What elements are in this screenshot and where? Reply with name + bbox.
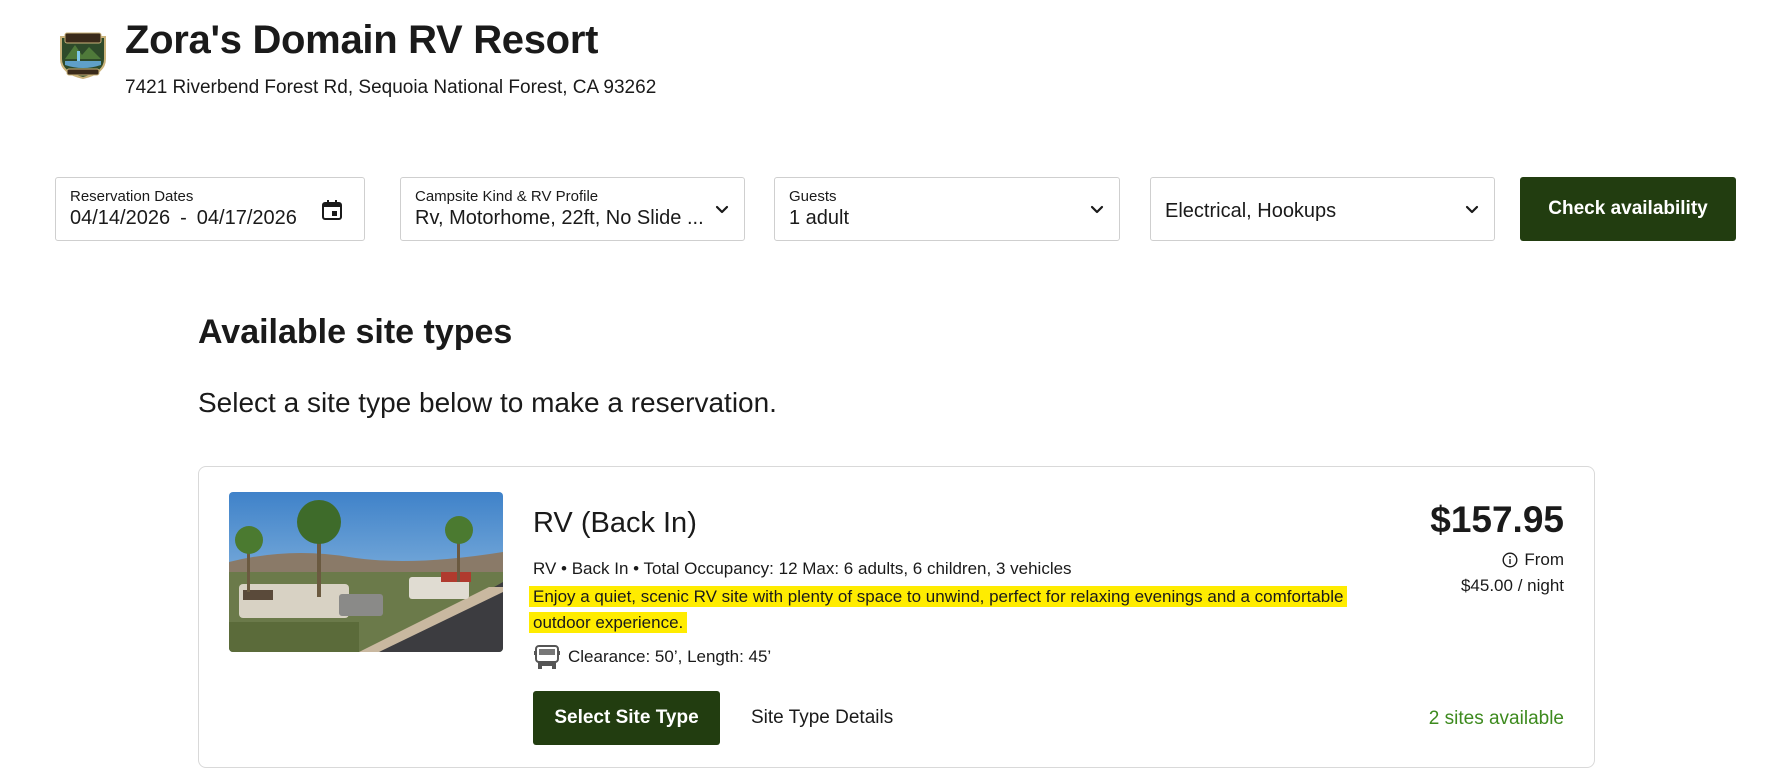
campground-logo-icon	[55, 29, 111, 79]
chevron-down-icon	[714, 202, 730, 218]
site-type-name: RV (Back In)	[533, 507, 697, 540]
site-type-meta: RV • Back In • Total Occupancy: 12 Max: …	[533, 559, 1072, 579]
campsite-kind-select[interactable]: Campsite Kind & RV Profile Rv, Motorhome…	[400, 177, 745, 241]
site-type-card: RV (Back In) RV • Back In • Total Occupa…	[198, 466, 1595, 768]
campsite-kind-value: Rv, Motorhome, 22ft, No Slide ...	[415, 207, 704, 230]
site-price: $157.95	[1430, 499, 1564, 541]
chevron-down-icon	[1464, 202, 1480, 218]
check-availability-button[interactable]: Check availability	[1520, 177, 1736, 241]
sites-available-count: 2 sites available	[1429, 708, 1564, 730]
info-icon[interactable]	[1502, 552, 1518, 568]
end-date: 04/17/2026	[197, 207, 297, 229]
available-site-types-heading: Available site types	[198, 313, 512, 352]
price-from: From	[1502, 550, 1564, 570]
site-type-description-text: Enjoy a quiet, scenic RV site with plent…	[529, 586, 1347, 633]
price-per-night: $45.00 / night	[1461, 576, 1564, 596]
select-site-type-button[interactable]: Select Site Type	[533, 691, 720, 745]
start-date: 04/14/2026	[70, 207, 170, 229]
page: Zora's Domain RV Resort 7421 Riverbend F…	[0, 0, 1783, 776]
amenities-select[interactable]: Electrical, Hookups	[1150, 177, 1495, 241]
rv-truck-icon	[533, 643, 561, 671]
guests-value: 1 adult	[789, 207, 849, 230]
campsite-kind-label: Campsite Kind & RV Profile	[415, 188, 598, 205]
guests-label: Guests	[789, 188, 837, 205]
calendar-icon[interactable]	[320, 198, 344, 222]
available-site-types-subheading: Select a site type below to make a reser…	[198, 387, 777, 419]
site-type-details-link[interactable]: Site Type Details	[751, 707, 893, 729]
amenities-value: Electrical, Hookups	[1165, 200, 1336, 223]
resort-address: 7421 Riverbend Forest Rd, Sequoia Nation…	[125, 77, 656, 99]
chevron-down-icon	[1089, 202, 1105, 218]
guests-select[interactable]: Guests 1 adult	[774, 177, 1120, 241]
reservation-dates-field[interactable]: Reservation Dates 04/14/2026-04/17/2026	[55, 177, 365, 241]
reservation-dates-value: 04/14/2026-04/17/2026	[70, 207, 297, 230]
reservation-dates-label: Reservation Dates	[70, 188, 193, 205]
date-separator: -	[180, 207, 187, 229]
site-type-description: Enjoy a quiet, scenic RV site with plent…	[529, 584, 1389, 636]
clearance-length: Clearance: 50’, Length: 45’	[568, 647, 771, 667]
page-title: Zora's Domain RV Resort	[125, 18, 598, 63]
from-label: From	[1524, 550, 1564, 570]
site-photo	[229, 492, 503, 652]
